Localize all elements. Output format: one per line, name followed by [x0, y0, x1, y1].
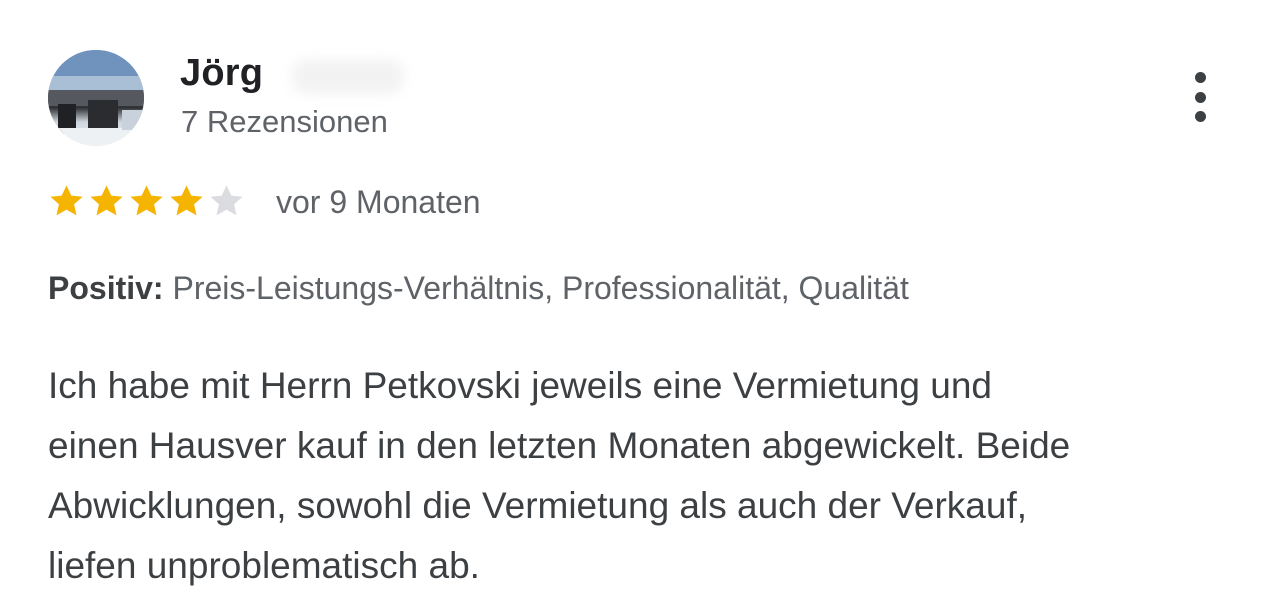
- more-vert-icon: [1194, 72, 1206, 83]
- star-empty-icon: [210, 185, 243, 216]
- review-text-line: einen Hausver kauf in den letzten Monate…: [48, 425, 1071, 466]
- review-text-line: Ich habe mit Herrn Petkovski jeweils ein…: [48, 365, 992, 406]
- reviewer-name[interactable]: Jörg: [180, 52, 263, 95]
- star-filled-icon: [90, 185, 123, 216]
- positive-label: Positiv:: [48, 270, 164, 306]
- star-filled-icon: [170, 185, 203, 216]
- reviewer-avatar[interactable]: [48, 50, 144, 146]
- redacted-surname: [292, 60, 404, 94]
- review-date: vor 9 Monaten: [276, 184, 481, 220]
- star-filled-icon: [130, 185, 163, 216]
- reviewer-review-count[interactable]: 7 Rezensionen: [181, 104, 388, 140]
- star-rating: [48, 183, 245, 220]
- avatar-photo: [48, 50, 144, 146]
- review-card: Jörg 7 Rezensionen vor 9 Monaten Positiv…: [0, 0, 1284, 599]
- more-vert-icon-dot: [1194, 111, 1206, 122]
- more-vert-icon-dot: [1194, 91, 1206, 103]
- redacted-text-overlay: [540, 530, 1180, 590]
- positive-attributes: Positiv: Preis-Leistungs-Verhältnis, Pro…: [48, 270, 909, 307]
- star-filled-icon: [50, 185, 83, 216]
- positive-items: Preis-Leistungs-Verhältnis, Professional…: [172, 270, 909, 306]
- more-options-button[interactable]: [1182, 66, 1218, 128]
- review-text-line: Abwicklungen, sowohl die Vermietung als …: [48, 485, 1028, 526]
